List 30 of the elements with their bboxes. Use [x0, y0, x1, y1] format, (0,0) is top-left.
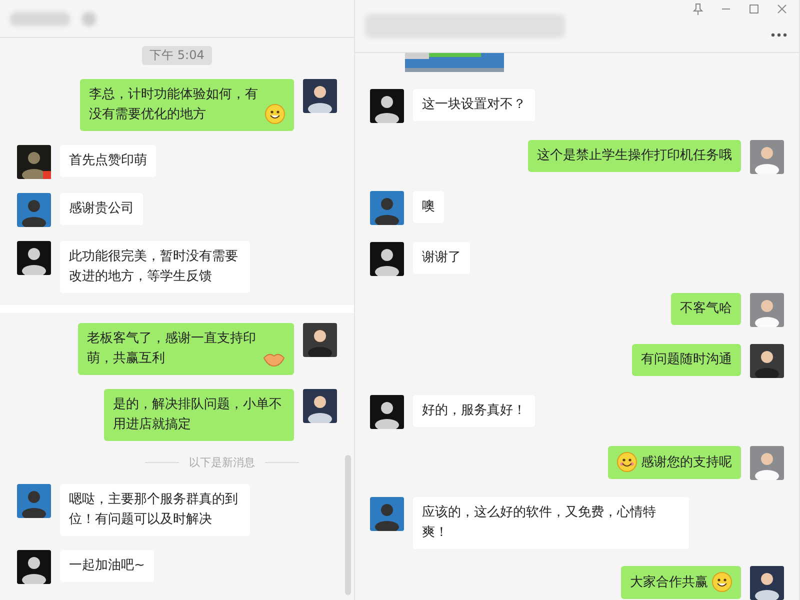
message-text: 是的，解决排队问题，小单不用进店就搞定: [113, 396, 283, 434]
message-text: 感谢您的支持呢: [641, 454, 732, 472]
timestamp: 下午 5:04: [142, 46, 212, 65]
smiley-icon: [617, 452, 637, 472]
message-text: 这个是禁止学生操作打印机任务哦: [537, 147, 732, 165]
message-text: 嗯哒，主要那个服务群真的到位！有问题可以及时解决: [69, 491, 239, 529]
message-text: 首先点赞印萌: [69, 152, 147, 170]
message-text: 老板客气了，感谢一直支持印萌，共赢互利: [87, 330, 257, 368]
message-text: 不客气哈: [680, 300, 732, 318]
blurred-title: [10, 12, 70, 26]
new-messages-divider: 以下是新消息: [189, 455, 255, 470]
message-text: 应该的，这么好的软件，又免费，心情特爽！: [422, 504, 657, 542]
more-icon[interactable]: [771, 33, 787, 37]
message-text: 噢: [422, 198, 435, 216]
message-text: 谢谢了: [422, 249, 461, 267]
scrollbar[interactable]: [345, 455, 351, 595]
close-icon[interactable]: [775, 2, 789, 16]
message-text: 这一块设置对不？: [422, 96, 526, 114]
message-text: 好的，服务真好！: [422, 402, 526, 420]
maximize-icon[interactable]: [747, 2, 761, 16]
message-text: 大家合作共赢: [630, 574, 708, 592]
pin-icon[interactable]: [691, 2, 705, 16]
message-text: 有问题随时沟通: [641, 351, 732, 369]
blurred-badge: [82, 12, 96, 26]
smiley-icon: [265, 104, 285, 124]
message-text: 感谢贵公司: [69, 200, 134, 218]
message-text: 此功能很完美，暂时没有需要改进的地方，等学生反馈: [69, 248, 239, 286]
message-text: 一起加油吧~: [69, 557, 145, 575]
message-text: 李总，计时功能体验如何，有没有需要优化的地方: [89, 86, 259, 124]
smiley-icon: [712, 572, 732, 592]
